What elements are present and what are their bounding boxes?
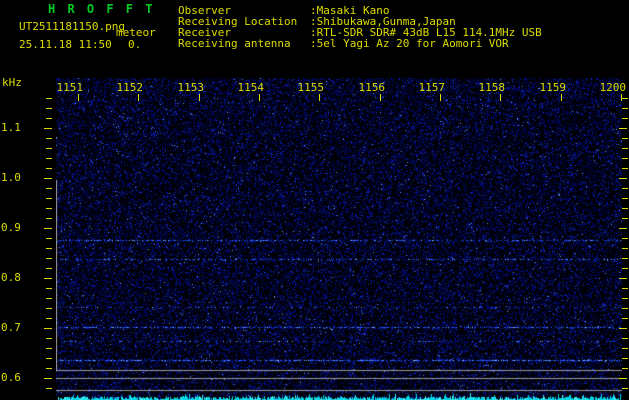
freq-tick: [44, 228, 52, 229]
time-tick-label: 1158: [477, 82, 505, 93]
freq-tick: [44, 378, 52, 379]
time-tick-label: 1159: [538, 82, 566, 93]
freq-tick: [622, 318, 628, 319]
freq-tick-label: 1.1: [1, 122, 21, 133]
time-tick: [259, 94, 260, 101]
freq-tick: [622, 208, 628, 209]
freq-tick: [46, 308, 52, 309]
freq-tick: [619, 278, 627, 279]
freq-tick: [44, 278, 52, 279]
time-tick-label: 1200: [598, 82, 626, 93]
freq-tick: [46, 138, 52, 139]
datetime-label: 25.11.18 11:50: [19, 39, 112, 50]
time-tick-label: 1154: [236, 82, 264, 93]
time-tick: [621, 94, 622, 101]
freq-tick: [622, 98, 628, 99]
freq-tick: [46, 388, 52, 389]
meteor-mode-label: meteor: [116, 27, 156, 38]
freq-tick: [622, 158, 628, 159]
meteor-count: 0.: [128, 39, 141, 50]
freq-tick-label: 0.8: [1, 272, 21, 283]
freq-tick: [46, 358, 52, 359]
freq-tick: [622, 358, 628, 359]
freq-tick: [622, 168, 628, 169]
time-tick-label: 1152: [115, 82, 143, 93]
freq-tick: [46, 318, 52, 319]
freq-tick: [622, 198, 628, 199]
capture-filename: UT2511181150.png: [19, 21, 125, 32]
freq-tick: [622, 268, 628, 269]
freq-tick: [46, 208, 52, 209]
time-tick-label: 1155: [296, 82, 324, 93]
app-title: H R O F F T: [48, 3, 155, 15]
freq-tick: [46, 268, 52, 269]
freq-tick: [622, 388, 628, 389]
freq-tick: [622, 148, 628, 149]
freq-tick: [619, 228, 627, 229]
freq-tick: [622, 288, 628, 289]
freq-tick: [46, 238, 52, 239]
freq-tick: [44, 128, 52, 129]
time-tick: [500, 94, 501, 101]
freq-tick: [46, 258, 52, 259]
time-tick-label: 1151: [55, 82, 83, 93]
freq-tick-label: 1.0: [1, 172, 21, 183]
freq-tick: [622, 108, 628, 109]
freq-tick: [44, 178, 52, 179]
freq-tick: [46, 218, 52, 219]
freq-tick: [622, 308, 628, 309]
freq-tick: [622, 188, 628, 189]
freq-tick: [46, 188, 52, 189]
freq-tick: [46, 108, 52, 109]
freq-tick: [622, 338, 628, 339]
hrofft-screen: H R O F F T UT2511181150.png meteor 25.1…: [0, 0, 629, 400]
time-tick: [440, 94, 441, 101]
time-tick: [380, 94, 381, 101]
time-tick: [138, 94, 139, 101]
time-tick: [561, 94, 562, 101]
freq-tick: [46, 118, 52, 119]
freq-tick: [46, 148, 52, 149]
time-tick-label: 1153: [176, 82, 204, 93]
info-value: :5el Yagi Az 20 for Aomori VOR: [310, 38, 509, 49]
time-tick: [199, 94, 200, 101]
freq-tick-label: 0.6: [1, 372, 21, 383]
freq-tick-label: 0.7: [1, 322, 21, 333]
freq-tick: [46, 98, 52, 99]
freq-tick: [619, 378, 627, 379]
time-tick: [319, 94, 320, 101]
freq-tick: [46, 298, 52, 299]
freq-tick: [46, 288, 52, 289]
freq-tick: [46, 248, 52, 249]
freq-tick: [622, 238, 628, 239]
freq-tick: [46, 338, 52, 339]
freq-tick: [619, 178, 627, 179]
time-tick: [78, 94, 79, 101]
freq-tick-label: 0.9: [1, 222, 21, 233]
spectrogram-canvas: [56, 78, 622, 400]
freq-tick: [622, 118, 628, 119]
freq-tick: [622, 258, 628, 259]
freq-tick: [622, 298, 628, 299]
freq-tick: [622, 248, 628, 249]
freq-tick: [44, 328, 52, 329]
freq-tick: [46, 348, 52, 349]
freq-tick: [622, 138, 628, 139]
freq-tick: [622, 348, 628, 349]
info-label: Receiving antenna: [178, 38, 291, 49]
freq-tick: [46, 368, 52, 369]
freq-tick: [619, 328, 627, 329]
freq-tick: [46, 168, 52, 169]
freq-tick: [619, 128, 627, 129]
freq-tick: [622, 368, 628, 369]
freq-tick: [46, 158, 52, 159]
time-tick-label: 1157: [417, 82, 445, 93]
time-tick-label: 1156: [357, 82, 385, 93]
freq-axis-unit-label: kHz: [2, 77, 22, 88]
freq-tick: [622, 218, 628, 219]
freq-tick: [46, 198, 52, 199]
